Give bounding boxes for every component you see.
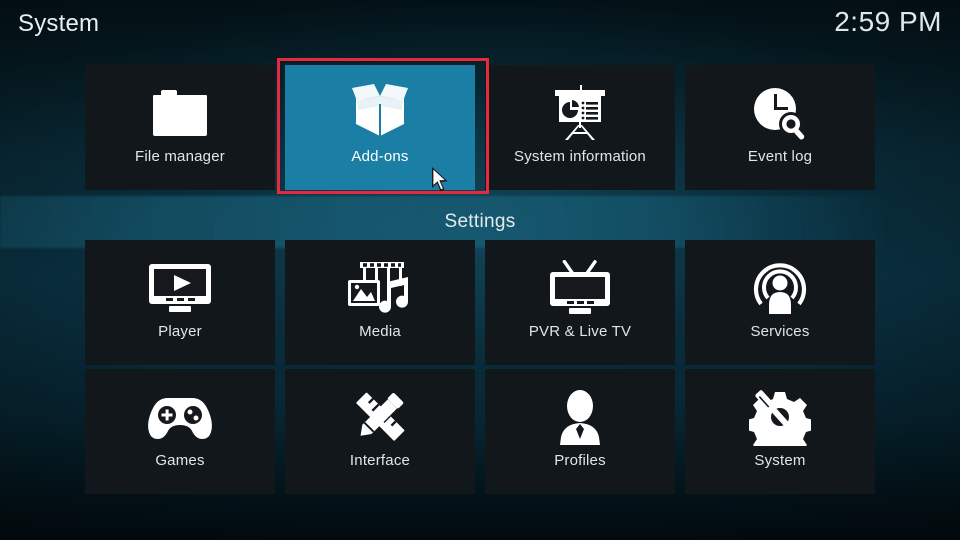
tile-games[interactable]: Games (85, 369, 275, 494)
settings-section-heading: Settings (444, 211, 516, 232)
tile-event-log[interactable]: Event log (685, 65, 875, 190)
tile-system-information[interactable]: System information (485, 65, 675, 190)
open-box-icon (344, 82, 416, 144)
tile-services[interactable]: Services (685, 240, 875, 365)
monitor-play-icon (147, 257, 213, 319)
tile-label: Interface (349, 452, 411, 469)
tile-label: Player (158, 323, 202, 340)
person-broadcast-icon (751, 257, 809, 319)
settings-row-2: Games Interface Profiles System (85, 369, 875, 494)
system-top-row: File manager Add-ons System information … (85, 65, 875, 190)
tile-label: Event log (747, 148, 813, 165)
film-photo-music-icon (346, 257, 414, 319)
tile-interface[interactable]: Interface (285, 369, 475, 494)
tile-label: System (754, 452, 806, 469)
window-header: System 2:59 PM (0, 0, 960, 52)
gear-screwdriver-icon (749, 386, 811, 448)
clock-label: 2:59 PM (834, 6, 942, 37)
tile-label: Games (155, 452, 205, 469)
settings-row-1: Player Media PVR & Live TV Services (85, 240, 875, 365)
tile-label: Profiles (554, 452, 606, 469)
tile-label: Services (750, 323, 810, 340)
tile-label: System information (514, 148, 646, 165)
presentation-chart-icon (549, 82, 611, 144)
person-bust-icon (553, 386, 607, 448)
tile-system[interactable]: System (685, 369, 875, 494)
tile-label: File manager (135, 148, 225, 165)
tile-pvr-live-tv[interactable]: PVR & Live TV (485, 240, 675, 365)
tile-player[interactable]: Player (85, 240, 275, 365)
tile-profiles[interactable]: Profiles (485, 369, 675, 494)
tile-label: Add-ons (351, 148, 409, 165)
tile-label: PVR & Live TV (528, 323, 632, 340)
gamepad-icon (146, 386, 214, 448)
mouse-cursor-icon (432, 167, 452, 200)
folder-icon (149, 82, 211, 144)
tile-media[interactable]: Media (285, 240, 475, 365)
tile-file-manager[interactable]: File manager (85, 65, 275, 190)
tile-label: Media (359, 323, 401, 340)
clock-search-icon (749, 82, 811, 144)
page-title: System (18, 10, 100, 37)
tv-antenna-icon (547, 257, 613, 319)
ruler-pencil-icon (350, 386, 410, 448)
